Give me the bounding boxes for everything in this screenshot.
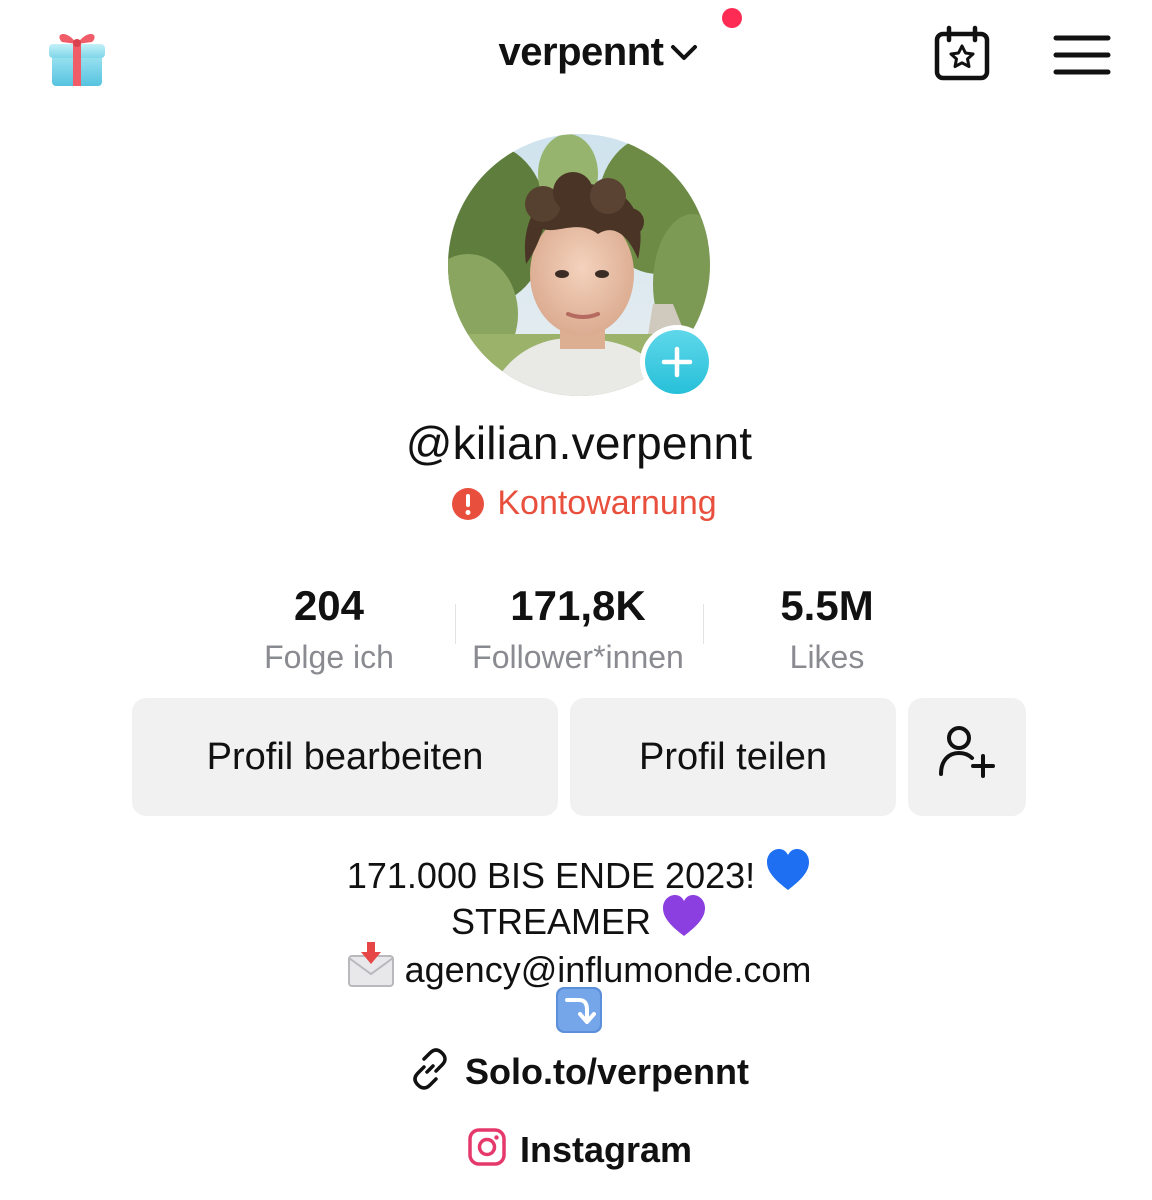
account-warning-label: Kontowarnung [497,484,717,522]
person-plus-icon [937,724,997,790]
likes-count: 5.5M [780,582,874,629]
notification-dot [722,8,742,28]
alert-icon [451,487,485,521]
account-switcher[interactable]: verpennt [470,20,730,84]
instagram-link-label: Instagram [519,1128,693,1170]
likes-label: Likes [789,639,865,675]
bio-text-2: STREAMER [450,901,662,942]
bio-line-4 [0,986,1152,1046]
bio-text-1: 171.000 BIS ENDE 2023! [346,855,766,896]
link-icon [409,1048,451,1095]
following-label: Folge ich [264,639,394,675]
username: @kilian.verpennt [405,417,753,469]
following-count: 204 [293,582,365,629]
edit-profile-button[interactable]: Profil bearbeiten [132,698,558,816]
add-friend-button[interactable] [908,698,1026,816]
add-avatar-button[interactable] [640,325,714,399]
website-link-label: Solo.to/verpennt [464,1050,749,1092]
followers-count: 171,8K [510,582,646,629]
account-name: verpennt [498,29,664,74]
instagram-icon [468,1128,506,1171]
menu-icon[interactable] [1052,30,1112,80]
gift-icon[interactable] [46,22,108,88]
likes-stat[interactable]: 5.5M Likes [697,576,957,678]
chevron-down-icon [667,35,701,69]
calendar-star-icon[interactable] [932,24,992,84]
following-stat[interactable]: 204 Folge ich [199,576,459,678]
instagram-link[interactable]: Instagram [0,1128,1152,1171]
followers-stat[interactable]: 171,8K Follower*innen [448,576,708,678]
plus-icon [645,330,709,394]
arrow-curve-down-icon [555,986,603,1046]
followers-label: Follower*innen [472,639,684,675]
website-link[interactable]: Solo.to/verpennt [0,1048,1152,1095]
account-warning[interactable]: Kontowarnung [0,484,1152,523]
share-profile-button[interactable]: Profil teilen [570,698,896,816]
